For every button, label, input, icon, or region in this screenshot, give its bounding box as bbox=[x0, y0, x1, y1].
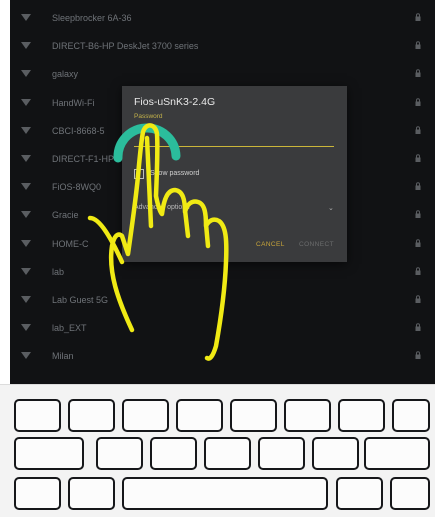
wifi-icon bbox=[21, 239, 31, 247]
keyboard-key[interactable] bbox=[14, 399, 61, 432]
wifi-icon bbox=[21, 126, 31, 134]
keyboard-key[interactable] bbox=[122, 399, 169, 432]
wifi-network-row[interactable]: Milan bbox=[10, 342, 435, 370]
cancel-button[interactable]: CANCEL bbox=[256, 241, 285, 248]
wifi-icon bbox=[21, 267, 31, 275]
network-name: DIRECT-B6-HP DeskJet 3700 series bbox=[52, 41, 199, 52]
lock-icon bbox=[415, 323, 421, 332]
network-name: DIRECT-F1-HP bbox=[52, 154, 115, 164]
show-password-label: Show password bbox=[150, 170, 200, 177]
connect-button[interactable]: CONNECT bbox=[299, 241, 334, 248]
network-name: CBCI-8668-5 bbox=[52, 125, 105, 136]
dialog-title: Fios-uSnK3-2.4G bbox=[134, 96, 216, 108]
lock-icon bbox=[415, 351, 421, 360]
lock-icon bbox=[415, 154, 421, 162]
lock-icon bbox=[415, 97, 421, 106]
chevron-down-icon[interactable]: ⌄ bbox=[328, 204, 334, 212]
network-name: Milan bbox=[52, 351, 74, 362]
wifi-network-row[interactable]: DIRECT-B6-HP DeskJet 3700 series bbox=[10, 32, 435, 60]
keyboard-key[interactable] bbox=[284, 399, 331, 432]
keyboard-key[interactable] bbox=[338, 399, 385, 432]
password-field[interactable] bbox=[134, 132, 334, 147]
keyboard-key[interactable] bbox=[176, 399, 223, 432]
show-password-checkbox[interactable] bbox=[134, 169, 144, 179]
lock-icon bbox=[415, 210, 421, 219]
advanced-options-toggle[interactable]: Advanced options bbox=[134, 204, 190, 211]
password-label: Password bbox=[134, 113, 163, 120]
network-name: HandWi-Fi bbox=[52, 97, 95, 108]
keyboard-key[interactable] bbox=[392, 399, 430, 432]
network-name: Sleepbrocker 6A-36 bbox=[52, 13, 132, 23]
network-name: lab bbox=[52, 266, 65, 277]
network-name: HOME-C bbox=[52, 238, 89, 249]
keyboard-key[interactable] bbox=[258, 437, 305, 470]
lock-icon bbox=[415, 238, 421, 247]
wifi-network-row[interactable]: Lab Guest 5G bbox=[10, 286, 435, 314]
wifi-icon bbox=[21, 14, 31, 21]
lock-icon bbox=[415, 126, 421, 134]
wifi-password-dialog: Fios-uSnK3-2.4G Password Show password A… bbox=[122, 86, 347, 262]
lock-icon bbox=[415, 267, 421, 275]
keyboard-key[interactable] bbox=[390, 477, 430, 510]
keyboard-key[interactable] bbox=[204, 437, 251, 470]
keyboard-key[interactable] bbox=[68, 477, 115, 510]
keyboard-key[interactable] bbox=[14, 437, 84, 470]
wifi-icon bbox=[21, 211, 31, 219]
lock-icon bbox=[415, 295, 421, 303]
keyboard-key[interactable] bbox=[312, 437, 359, 470]
wifi-network-row[interactable]: Sleepbrocker 6A-36 bbox=[10, 4, 435, 32]
keyboard-key[interactable] bbox=[230, 399, 277, 432]
phone-screen: Sleepbrocker 6A-36 DIRECT-B6-HP DeskJet 3… bbox=[10, 0, 435, 385]
network-name: lab_EXT bbox=[52, 323, 87, 334]
wifi-network-row[interactable]: galaxy bbox=[10, 60, 435, 88]
keyboard-key[interactable] bbox=[68, 399, 115, 432]
keyboard-key[interactable] bbox=[336, 477, 383, 510]
network-name: Gracie bbox=[52, 210, 79, 221]
network-name: galaxy bbox=[52, 69, 79, 80]
keyboard-illustration bbox=[0, 384, 435, 517]
lock-icon bbox=[415, 13, 421, 21]
keyboard-key[interactable] bbox=[96, 437, 143, 470]
wifi-icon bbox=[21, 70, 31, 78]
space-bar-key[interactable] bbox=[122, 477, 328, 510]
lock-icon bbox=[415, 182, 421, 191]
wifi-icon bbox=[21, 42, 31, 50]
network-name: Lab Guest 5G bbox=[52, 295, 109, 305]
wifi-icon bbox=[21, 155, 31, 162]
keyboard-key[interactable] bbox=[14, 477, 61, 510]
wifi-icon bbox=[21, 324, 31, 332]
wifi-network-row[interactable]: lab_EXT bbox=[10, 314, 435, 342]
lock-icon bbox=[415, 69, 421, 78]
lock-icon bbox=[415, 41, 421, 50]
wifi-icon bbox=[21, 352, 31, 360]
wifi-icon bbox=[21, 98, 31, 106]
network-name: FiOS-8WQ0 bbox=[52, 182, 102, 193]
keyboard-key[interactable] bbox=[150, 437, 197, 470]
wifi-icon bbox=[21, 183, 31, 191]
wifi-icon bbox=[21, 296, 31, 303]
keyboard-key[interactable] bbox=[364, 437, 430, 470]
